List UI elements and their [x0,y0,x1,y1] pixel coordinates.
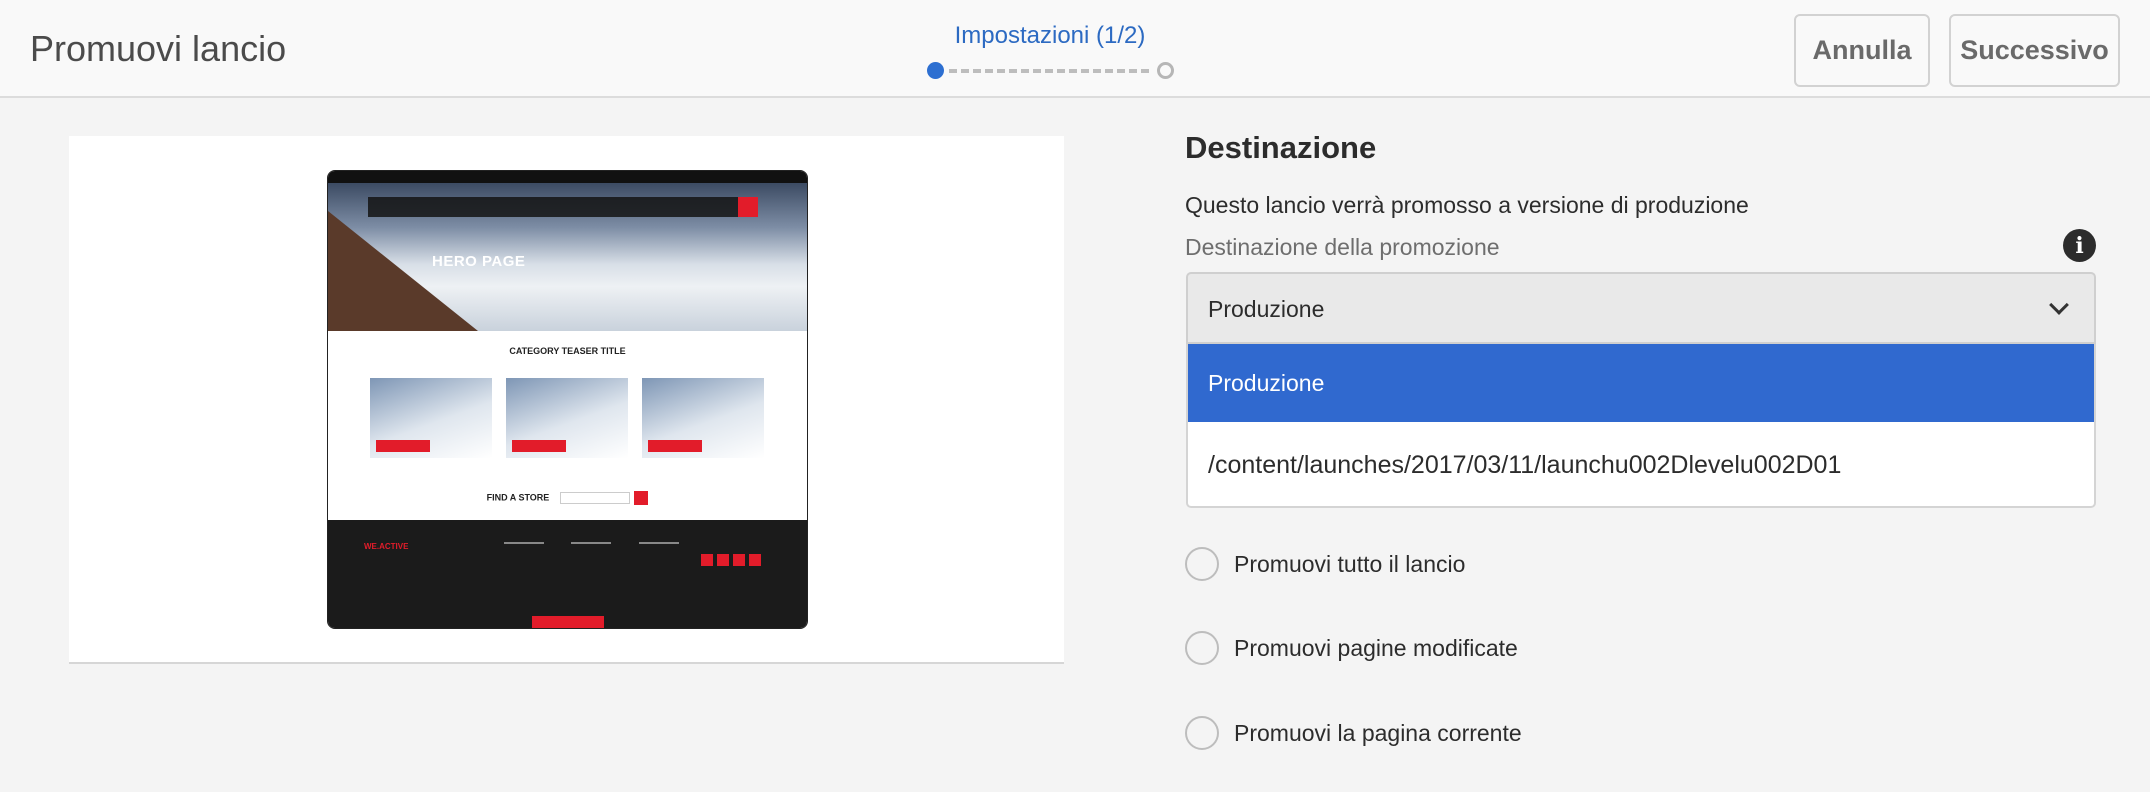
thumbnail-store-button [634,491,649,505]
thumbnail-tile [370,378,492,458]
thumbnail-category-title: CATEGORY TEASER TITLE [509,346,626,356]
radio-label: Promuovi la pagina corrente [1234,719,1522,746]
thumbnail-footer-column [571,542,611,582]
page-thumbnail: HERO PAGE CATEGORY TEASER TITLE FIND A S… [327,170,808,629]
destination-dropdown-list: Produzione /content/launches/2017/03/11/… [1186,344,2096,508]
step-2-indicator [1157,62,1174,79]
radio-button[interactable] [1185,716,1219,750]
thumbnail-tile [506,378,628,458]
thumbnail-store-finder: FIND A STORE [328,491,807,505]
thumbnail-footer-brand: WE.ACTIVE [364,542,409,551]
promotion-destination-select[interactable]: Produzione [1186,272,2096,344]
thumbnail-back-to-top [532,616,604,628]
thumbnail-footer-column [504,542,544,582]
next-button[interactable]: Successivo [1949,14,2120,87]
progress-line [949,69,1149,73]
step-label: Impostazioni (1/2) [954,22,1146,49]
wizard-progress [927,62,1174,80]
thumbnail-menu-bar [368,197,758,217]
promotion-destination-label: Destinazione della promozione [1185,234,1500,260]
page-title: Promuovi lancio [30,28,287,69]
thumbnail-search-icon [738,197,758,217]
thumbnail-store-input [559,492,630,504]
radio-button[interactable] [1185,631,1219,665]
cancel-button[interactable]: Annulla [1794,14,1930,87]
thumbnail-hero-text: HERO PAGE [432,253,526,270]
destination-description: Questo lancio verrà promosso a versione … [1185,192,1749,218]
radio-label: Promuovi pagine modificate [1234,634,1518,661]
chevron-down-icon [2049,295,2069,315]
thumbnail-tile-button [512,440,566,452]
section-title: Destinazione [1185,130,1377,165]
top-bar: Promuovi lancio Impostazioni (1/2) Annul… [0,0,2150,98]
thumbnail-top-nav [328,171,807,183]
info-icon[interactable]: i [2063,229,2096,262]
radio-promote-all[interactable]: Promuovi tutto il lancio [1185,546,1465,582]
select-value: Produzione [1208,296,1325,322]
radio-label: Promuovi tutto il lancio [1234,550,1466,577]
page-preview-card: HERO PAGE CATEGORY TEASER TITLE FIND A S… [69,136,1064,664]
thumbnail-rock [328,211,478,331]
radio-promote-modified[interactable]: Promuovi pagine modificate [1185,630,1518,666]
thumbnail-tile [642,378,764,458]
thumbnail-tile-button [376,440,430,452]
option-produzione[interactable]: Produzione [1188,344,2094,422]
thumbnail-hero-image: HERO PAGE [328,183,807,331]
radio-button[interactable] [1185,547,1219,581]
thumbnail-social-icons [701,554,761,566]
thumbnail-store-label: FIND A STORE [486,492,550,503]
thumbnail-footer-column [639,542,679,582]
thumbnail-footer: WE.ACTIVE [328,520,807,628]
step-1-indicator [927,62,944,79]
radio-promote-current[interactable]: Promuovi la pagina corrente [1185,715,1522,751]
option-launch-path[interactable]: /content/launches/2017/03/11/launchu002D… [1188,422,2094,508]
thumbnail-tile-button [648,440,702,452]
